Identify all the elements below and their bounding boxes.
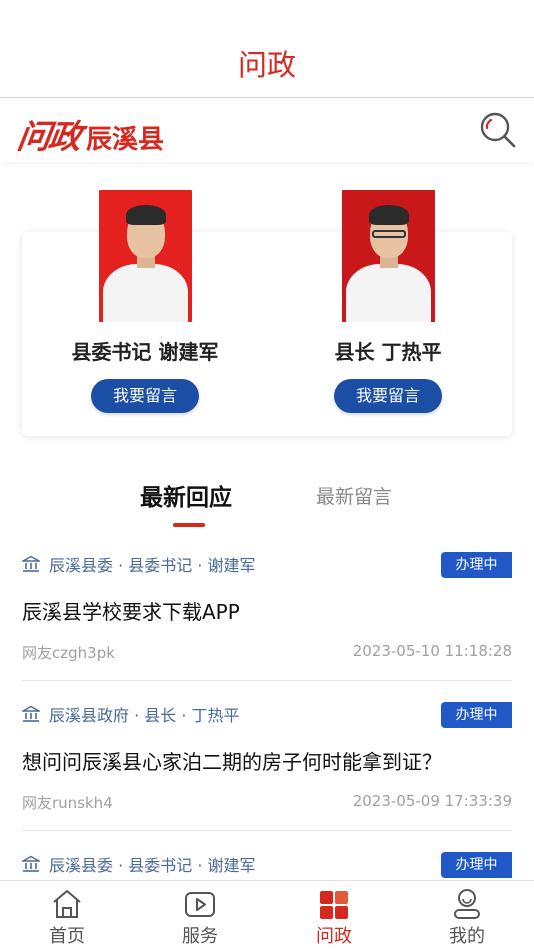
status-badge: 办理中 xyxy=(441,702,512,728)
tab-latest-responses[interactable]: 最新回应 xyxy=(140,478,232,512)
brand-logo: 问政 辰溪县 xyxy=(14,110,165,158)
post-time: 2023-05-09 17:33:39 xyxy=(352,792,512,810)
nav-wenzheng[interactable]: 问政 xyxy=(284,881,384,951)
leader-photo[interactable] xyxy=(341,190,435,322)
leader-secretary: 县委书记 谢建军 我要留言 xyxy=(55,190,235,413)
leader-photo[interactable] xyxy=(98,190,192,322)
list-item[interactable]: 辰溪县委 · 县委书记 · 谢建军 办理中 辰溪县学校要求下载APP 网友czg… xyxy=(22,552,512,682)
list-item[interactable]: 辰溪县委 · 县委书记 · 谢建军 办理中 xyxy=(22,852,512,880)
post-meta: 辰溪县委 · 县委书记 · 谢建军 xyxy=(22,852,256,876)
government-building-icon xyxy=(22,855,40,872)
user-icon xyxy=(454,889,480,919)
nav-label: 首页 xyxy=(49,926,85,947)
leave-message-button[interactable]: 我要留言 xyxy=(91,379,199,413)
post-meta: 辰溪县政府 · 县长 · 丁热平 xyxy=(22,702,240,726)
divider xyxy=(22,830,512,831)
post-question[interactable]: 想问问辰溪县心家泊二期的房子何时能拿到证？ xyxy=(22,746,442,775)
grid-squares-icon xyxy=(320,891,348,919)
page-title: 问政 xyxy=(237,48,296,82)
nav-label: 服务 xyxy=(182,926,218,947)
leave-message-button[interactable]: 我要留言 xyxy=(334,379,442,413)
government-building-icon xyxy=(22,555,40,572)
nav-mine[interactable]: 我的 xyxy=(417,881,517,951)
status-badge: 办理中 xyxy=(441,552,512,578)
post-department: 辰溪县委 · 县委书记 · 谢建军 xyxy=(49,856,256,875)
post-department: 辰溪县委 · 县委书记 · 谢建军 xyxy=(49,556,256,575)
leader-county-head: 县长 丁热平 我要留言 xyxy=(298,190,478,413)
post-department: 辰溪县政府 · 县长 · 丁热平 xyxy=(49,706,240,725)
brand-county: 辰溪县 xyxy=(86,125,165,155)
status-badge: 办理中 xyxy=(441,852,512,878)
brand-bar: 问政 辰溪县 xyxy=(0,98,534,162)
leader-name: 县长 丁热平 xyxy=(334,340,442,364)
bottom-nav: 首页 服务 问政 我的 xyxy=(0,880,534,951)
post-meta: 辰溪县委 · 县委书记 · 谢建军 xyxy=(22,552,256,576)
post-user: 网友czgh3pk xyxy=(22,644,115,662)
search-icon[interactable] xyxy=(478,110,518,150)
top-title-bar: 问政 xyxy=(0,0,534,98)
divider xyxy=(22,680,512,681)
post-user: 网友runskh4 xyxy=(22,794,113,812)
home-icon xyxy=(53,890,81,918)
tab-latest-messages[interactable]: 最新留言 xyxy=(316,482,392,509)
leader-name: 县委书记 谢建军 xyxy=(71,340,219,364)
nav-home[interactable]: 首页 xyxy=(17,881,117,951)
nav-label: 我的 xyxy=(449,926,485,947)
nav-label: 问政 xyxy=(316,926,352,947)
post-time: 2023-05-10 11:18:28 xyxy=(352,642,512,660)
active-tab-indicator xyxy=(173,523,205,527)
list-item[interactable]: 辰溪县政府 · 县长 · 丁热平 办理中 想问问辰溪县心家泊二期的房子何时能拿到… xyxy=(22,702,512,832)
nav-service[interactable]: 服务 xyxy=(150,881,250,951)
brand-logo-text: 问政 xyxy=(14,117,83,156)
government-building-icon xyxy=(22,705,40,722)
post-question[interactable]: 辰溪县学校要求下载APP xyxy=(22,596,240,625)
play-icon xyxy=(185,892,215,917)
